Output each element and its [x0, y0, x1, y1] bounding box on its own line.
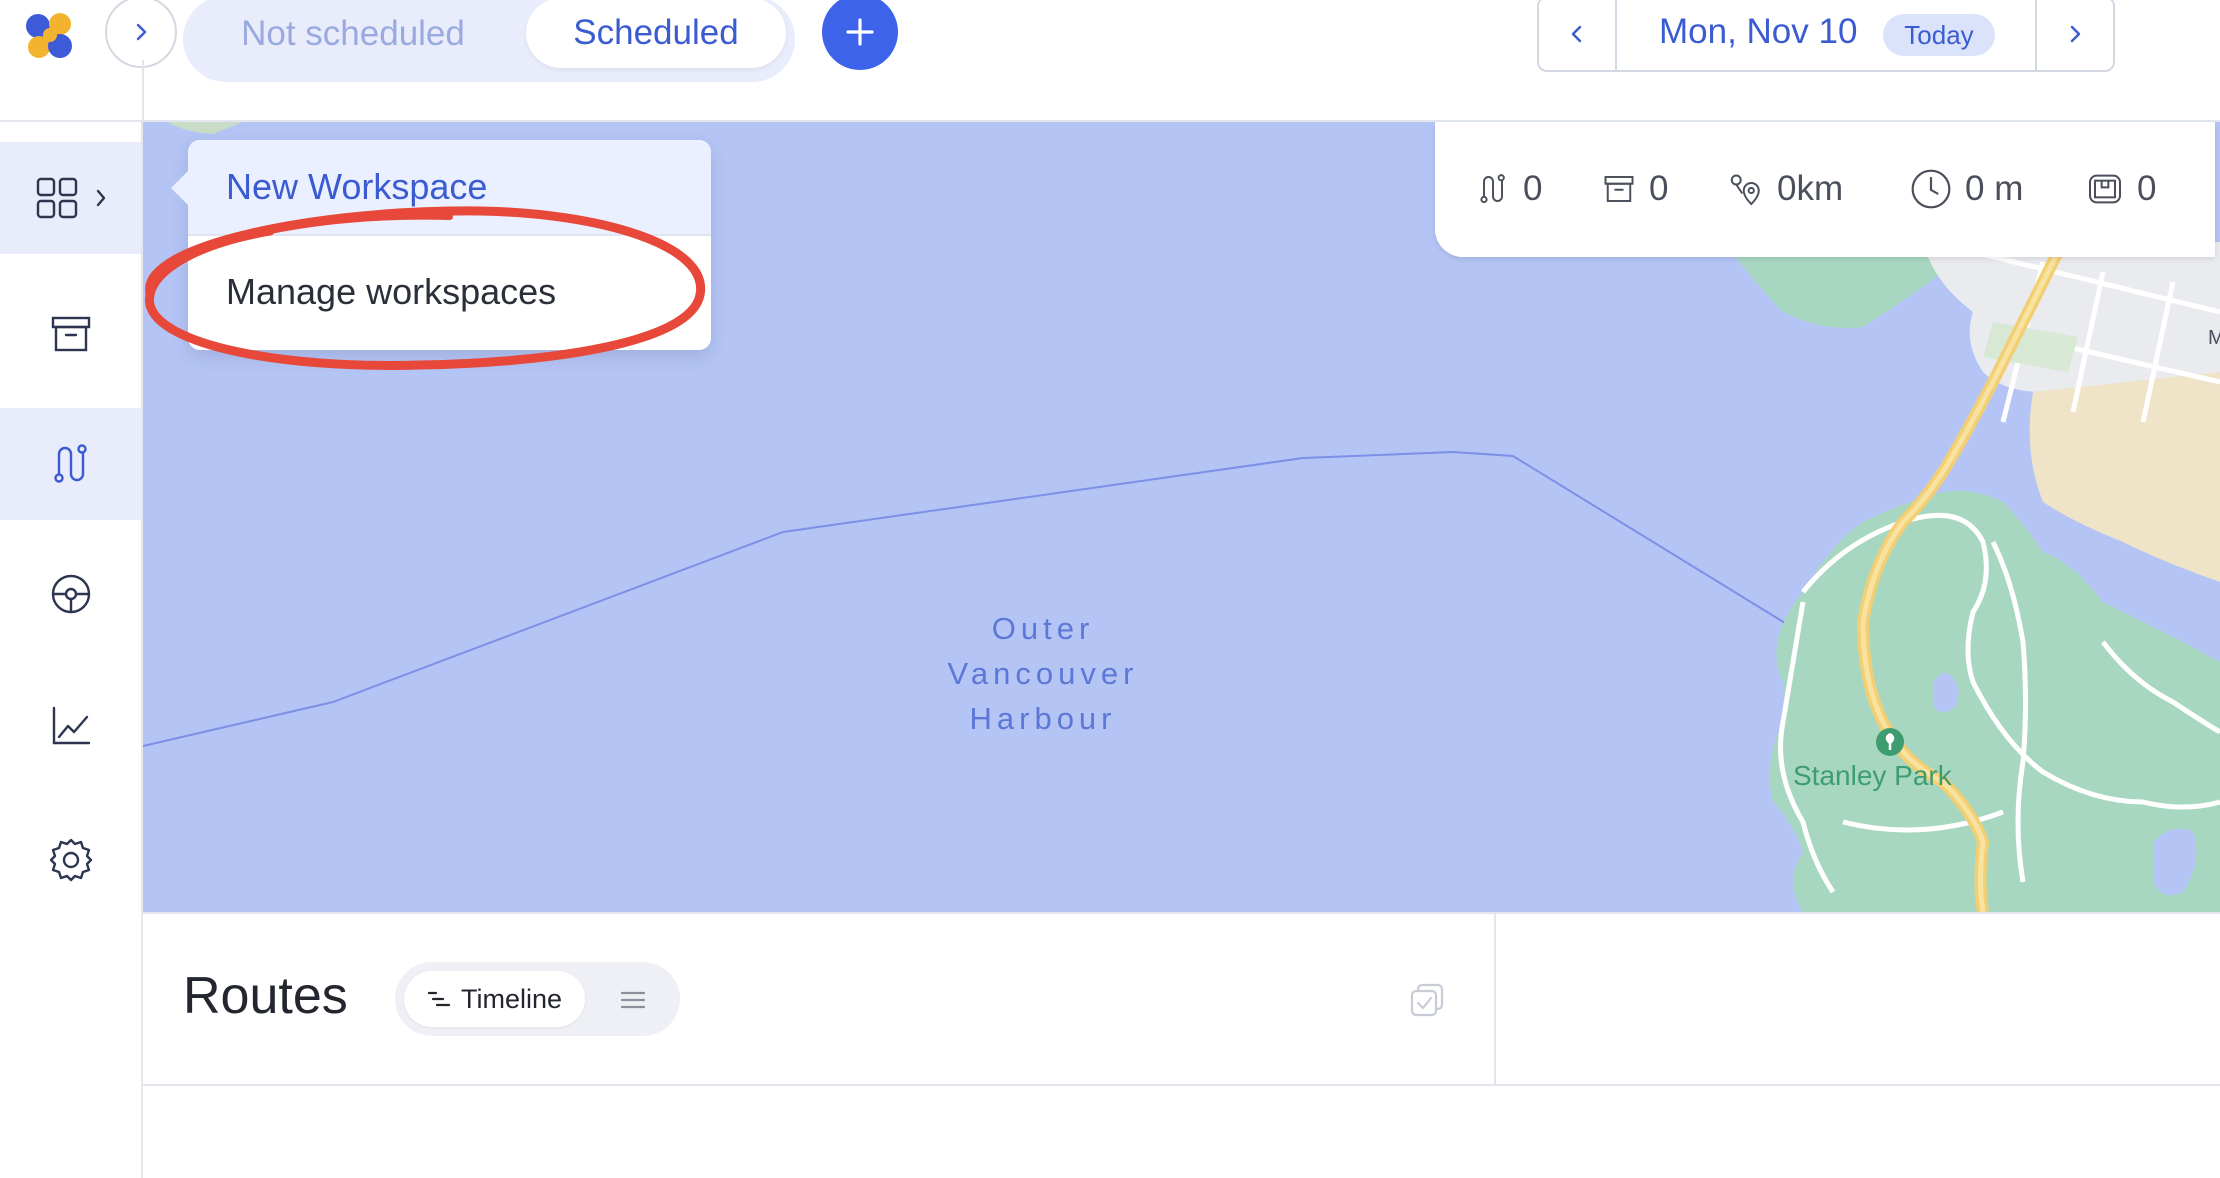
routes-view-toggle: Timeline: [395, 962, 680, 1036]
map-water-label-line: Harbour: [969, 701, 1117, 736]
plus-icon: [846, 18, 874, 46]
routes-title: Routes: [183, 967, 348, 1025]
map-park-label: Stanley Park: [1793, 760, 1952, 791]
route-icon: [1480, 174, 1505, 204]
stat-duration-value: 0 m: [1965, 169, 2024, 208]
sidebar-item-routes[interactable]: [0, 408, 141, 520]
route-stats-card: 0 0 0km 0 m 0: [1435, 122, 2215, 257]
annotation-circle: [145, 206, 706, 370]
schedule-filter-toggle: Not scheduled Scheduled: [183, 0, 795, 82]
today-badge[interactable]: Today: [1883, 14, 1995, 56]
sidebar-top-divider: [142, 60, 144, 122]
timeline-icon: [427, 991, 451, 1007]
package-icon: [2089, 174, 2121, 204]
list-icon: [620, 991, 646, 1009]
stat-load-value: 0: [2137, 169, 2157, 208]
map-edge-label: M: [2208, 327, 2220, 349]
sidebar-item-analytics[interactable]: [0, 670, 141, 782]
archive-box-icon: [51, 316, 90, 352]
steering-wheel-icon: [51, 574, 90, 614]
routes-panel-header-divider: [143, 1084, 2220, 1086]
archive-box-icon: [1604, 176, 1634, 202]
chart-icon: [52, 706, 90, 745]
gear-icon: [49, 838, 92, 882]
tab-scheduled[interactable]: Scheduled: [526, 0, 786, 68]
grid-icon: [36, 177, 105, 219]
previous-day-button[interactable]: [1539, 0, 1617, 70]
view-list-button[interactable]: [613, 980, 653, 1020]
map-water-label-line: Outer: [991, 611, 1095, 646]
tab-not-scheduled[interactable]: Not scheduled: [183, 0, 523, 72]
chevron-left-icon: [1571, 25, 1582, 43]
stat-stops: 0: [1601, 164, 1668, 214]
current-date[interactable]: Mon, Nov 10: [1659, 12, 1857, 52]
stat-load: 0: [2085, 164, 2156, 214]
stat-stops-value: 0: [1649, 169, 1669, 208]
stat-distance: 0km: [1727, 164, 1843, 214]
chevron-right-icon: [2070, 25, 2081, 43]
sidebar-item-drivers[interactable]: [0, 538, 141, 650]
view-timeline-button[interactable]: Timeline: [404, 971, 585, 1027]
next-day-button[interactable]: [2035, 0, 2113, 70]
sidebar-item-settings[interactable]: [0, 804, 141, 916]
clock-icon: [1911, 169, 1951, 209]
routes-panel-divider: [1494, 912, 1496, 1084]
chevron-right-icon: [136, 23, 147, 41]
date-navigator: Mon, Nov 10 Today: [1537, 0, 2115, 72]
routes-panel: [143, 912, 2220, 1178]
map-water-label: Outer Vancouver Harbour: [883, 606, 1203, 741]
select-all-checkbox-icon[interactable]: [1410, 983, 1444, 1017]
map-water-label-line: Vancouver: [947, 656, 1139, 691]
view-timeline-label: Timeline: [460, 983, 563, 1014]
app-logo[interactable]: [22, 10, 78, 62]
stat-routes-value: 0: [1523, 169, 1543, 208]
stat-duration: 0 m: [1909, 164, 2023, 214]
stat-routes: 0: [1475, 164, 1542, 214]
route-icon: [53, 444, 87, 483]
stat-distance-value: 0km: [1777, 169, 1844, 208]
map-pin-distance-icon: [1730, 174, 1760, 206]
